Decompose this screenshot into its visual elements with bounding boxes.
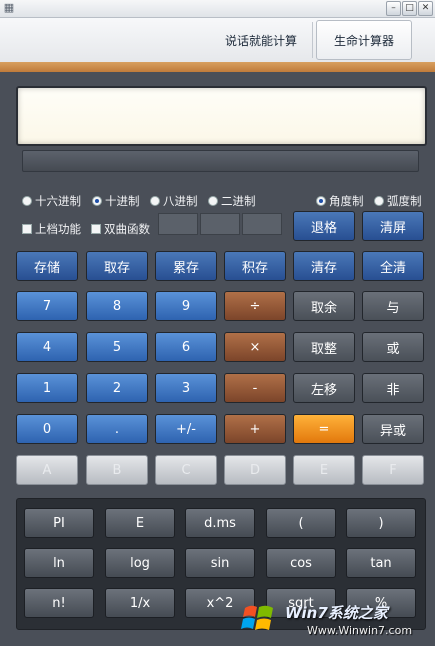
key-7[interactable]: 7 bbox=[16, 291, 78, 321]
key-5[interactable]: 5 bbox=[86, 332, 148, 362]
key-int[interactable]: 取整 bbox=[293, 332, 355, 362]
sci-reciprocal[interactable]: 1/x bbox=[105, 588, 175, 618]
watermark-url: Www.Winwin7.com bbox=[307, 624, 413, 637]
key-shift-left[interactable]: 左移 bbox=[293, 373, 355, 403]
key-plus[interactable]: + bbox=[224, 414, 286, 444]
status-box bbox=[200, 213, 240, 235]
radio-oct[interactable]: 八进制 bbox=[150, 193, 198, 209]
key-8[interactable]: 8 bbox=[86, 291, 148, 321]
checkbox-icon bbox=[22, 224, 32, 234]
key-6[interactable]: 6 bbox=[155, 332, 217, 362]
key-hex-e[interactable]: E bbox=[293, 455, 355, 485]
key-minus[interactable]: - bbox=[224, 373, 286, 403]
radio-bin[interactable]: 二进制 bbox=[208, 193, 256, 209]
all-clear-button[interactable]: 全清 bbox=[362, 251, 424, 281]
radio-icon bbox=[208, 196, 218, 206]
watermark: Win7系统之家 Www.Winwin7.com bbox=[237, 598, 435, 646]
radio-selected-icon bbox=[316, 196, 326, 206]
top-menu: 说话就能计算 生命计算器 bbox=[0, 18, 435, 62]
radio-hex[interactable]: 十六进制 bbox=[22, 193, 81, 209]
radio-dec[interactable]: 十进制 bbox=[92, 193, 140, 209]
title-bar: ▦ – □ ✕ bbox=[0, 0, 435, 18]
key-and[interactable]: 与 bbox=[362, 291, 424, 321]
checkbox-hyperbolic-label: 双曲函数 bbox=[104, 222, 150, 236]
memory-clear-button[interactable]: 清存 bbox=[293, 251, 355, 281]
radio-icon bbox=[374, 196, 384, 206]
key-xor[interactable]: 异或 bbox=[362, 414, 424, 444]
key-hex-f[interactable]: F bbox=[362, 455, 424, 485]
memory-add-button[interactable]: 累存 bbox=[155, 251, 217, 281]
key-hex-a[interactable]: A bbox=[16, 455, 78, 485]
key-multiply[interactable]: × bbox=[224, 332, 286, 362]
key-decimal[interactable]: . bbox=[86, 414, 148, 444]
maximize-icon[interactable]: □ bbox=[402, 1, 417, 16]
key-0[interactable]: 0 bbox=[16, 414, 78, 444]
radio-degree[interactable]: 角度制 bbox=[316, 193, 364, 209]
life-calc-button[interactable]: 生命计算器 bbox=[316, 20, 412, 60]
radio-radian-label: 弧度制 bbox=[387, 194, 422, 208]
radio-radian[interactable]: 弧度制 bbox=[374, 193, 422, 209]
key-negate[interactable]: +/- bbox=[155, 414, 217, 444]
minimize-icon[interactable]: – bbox=[386, 1, 401, 16]
key-2[interactable]: 2 bbox=[86, 373, 148, 403]
key-3[interactable]: 3 bbox=[155, 373, 217, 403]
memory-indicator-bar bbox=[22, 150, 419, 172]
window-controls: – □ ✕ bbox=[386, 1, 433, 17]
key-not[interactable]: 非 bbox=[362, 373, 424, 403]
radio-bin-label: 二进制 bbox=[221, 194, 256, 208]
radio-oct-label: 八进制 bbox=[163, 194, 198, 208]
radio-icon bbox=[150, 196, 160, 206]
key-hex-c[interactable]: C bbox=[155, 455, 217, 485]
key-4[interactable]: 4 bbox=[16, 332, 78, 362]
key-hex-b[interactable]: B bbox=[86, 455, 148, 485]
watermark-title: Win7系统之家 bbox=[285, 604, 388, 622]
top-divider bbox=[312, 22, 313, 58]
voice-calc-button[interactable]: 说话就能计算 bbox=[214, 20, 308, 60]
windows-logo-icon bbox=[241, 605, 273, 630]
close-icon[interactable]: ✕ bbox=[418, 1, 433, 16]
memory-multiply-button[interactable]: 积存 bbox=[224, 251, 286, 281]
radio-icon bbox=[22, 196, 32, 206]
sci-e[interactable]: E bbox=[105, 508, 175, 538]
radio-degree-label: 角度制 bbox=[329, 194, 364, 208]
status-box bbox=[242, 213, 282, 235]
wood-strip bbox=[0, 62, 435, 72]
sci-log[interactable]: log bbox=[105, 548, 175, 578]
checkbox-hyperbolic[interactable]: 双曲函数 bbox=[91, 221, 150, 237]
radio-dec-label: 十进制 bbox=[105, 194, 140, 208]
sci-open-paren[interactable]: ( bbox=[266, 508, 336, 538]
key-9[interactable]: 9 bbox=[155, 291, 217, 321]
calculator-icon: ▦ bbox=[3, 1, 15, 14]
checkbox-shift[interactable]: 上档功能 bbox=[22, 221, 81, 237]
sci-pi[interactable]: PI bbox=[24, 508, 94, 538]
radio-hex-label: 十六进制 bbox=[35, 194, 81, 208]
key-divide[interactable]: ÷ bbox=[224, 291, 286, 321]
sci-factorial[interactable]: n! bbox=[24, 588, 94, 618]
key-1[interactable]: 1 bbox=[16, 373, 78, 403]
sci-close-paren[interactable]: ) bbox=[346, 508, 416, 538]
key-mod[interactable]: 取余 bbox=[293, 291, 355, 321]
sci-dms[interactable]: d.ms bbox=[185, 508, 255, 538]
sci-sin[interactable]: sin bbox=[185, 548, 255, 578]
result-display bbox=[16, 86, 427, 146]
sci-tan[interactable]: tan bbox=[346, 548, 416, 578]
key-or[interactable]: 或 bbox=[362, 332, 424, 362]
status-box bbox=[158, 213, 198, 235]
clear-screen-button[interactable]: 清屏 bbox=[362, 211, 424, 241]
sci-cos[interactable]: cos bbox=[266, 548, 336, 578]
sci-ln[interactable]: ln bbox=[24, 548, 94, 578]
key-hex-d[interactable]: D bbox=[224, 455, 286, 485]
memory-store-button[interactable]: 存储 bbox=[16, 251, 78, 281]
checkbox-shift-label: 上档功能 bbox=[35, 222, 81, 236]
key-equals[interactable]: = bbox=[293, 414, 355, 444]
backspace-button[interactable]: 退格 bbox=[293, 211, 355, 241]
memory-recall-button[interactable]: 取存 bbox=[86, 251, 148, 281]
radio-selected-icon bbox=[92, 196, 102, 206]
checkbox-icon bbox=[91, 224, 101, 234]
